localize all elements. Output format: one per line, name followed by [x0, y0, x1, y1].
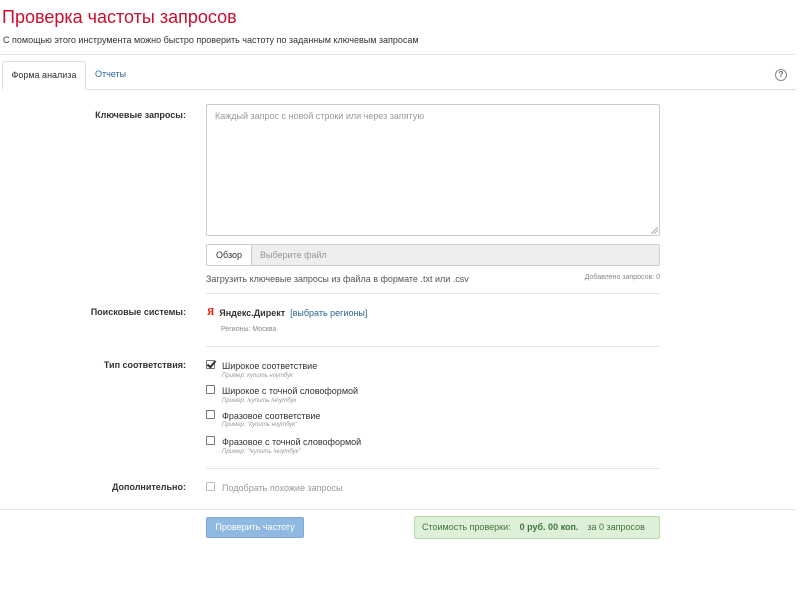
keywords-textarea[interactable]: Каждый запрос с новой строки или через з…: [206, 104, 660, 236]
cost-amount: 0 руб. 00 коп.: [519, 522, 579, 532]
similar-queries-label[interactable]: Подобрать похожие запросы: [222, 483, 342, 493]
tab-reports[interactable]: Отчеты: [86, 61, 135, 90]
check-frequency-button[interactable]: Проверить частоту: [206, 517, 304, 538]
additional-label: Дополнительно:: [111, 482, 186, 492]
match-broad-example: Пример: купить ноутбук: [222, 373, 293, 379]
browse-button[interactable]: Обзор: [207, 245, 252, 265]
match-phrase-exact-label[interactable]: Фразовое с точной словоформой: [222, 437, 361, 447]
match-phrase-checkbox[interactable]: [206, 410, 215, 419]
yandex-icon: Я: [207, 307, 215, 318]
match-broad-label[interactable]: Широкое соответствие: [222, 361, 317, 371]
help-icon[interactable]: ?: [775, 69, 787, 81]
cost-count: за 0 запросов: [587, 522, 645, 532]
tab-bar: Форма анализа Отчеты ?: [2, 61, 796, 90]
divider: [206, 346, 660, 347]
upload-hint: Загрузить ключевые запросы из файла в фо…: [206, 274, 469, 284]
divider: [206, 468, 660, 469]
divider: [206, 293, 660, 294]
engine-row: Я Яндекс.Директ [выбрать регионы]: [207, 307, 367, 318]
similar-queries-checkbox[interactable]: [206, 482, 215, 491]
match-phrase-example: Пример: "купить ноутбук": [222, 422, 298, 428]
match-phrase-label[interactable]: Фразовое соответствие: [222, 411, 320, 421]
match-broad-exact-checkbox[interactable]: [206, 385, 215, 394]
match-broad-exact-example: Пример: !купить !ноутбук: [222, 398, 297, 404]
resize-grip-icon[interactable]: [651, 227, 658, 234]
file-input[interactable]: Обзор Выберите файл: [206, 244, 660, 266]
keywords-label: Ключевые запросы:: [95, 110, 186, 120]
match-broad-exact-label[interactable]: Широкое с точной словоформой: [222, 386, 358, 396]
added-count: Добавлено запросов: 0: [584, 274, 660, 281]
match-broad-checkbox[interactable]: [206, 360, 215, 369]
search-engines-label: Поисковые системы:: [90, 307, 186, 317]
match-type-label: Тип соответствия:: [103, 360, 186, 370]
footer-divider: [0, 509, 796, 510]
cost-label: Стоимость проверки:: [422, 522, 511, 532]
page-subtitle: С помощью этого инструмента можно быстро…: [3, 35, 419, 45]
match-phrase-exact-example: Пример: "!купить !ноутбук": [222, 449, 301, 455]
regions-text: Регионы: Москва: [221, 326, 277, 333]
file-placeholder: Выберите файл: [260, 250, 327, 260]
keywords-placeholder: Каждый запрос с новой строки или через з…: [215, 111, 425, 121]
cost-box: Стоимость проверки: 0 руб. 00 коп. за 0 за…: [414, 516, 660, 539]
header-divider: [0, 54, 796, 55]
select-regions-link[interactable]: [выбрать регионы]: [290, 308, 367, 318]
match-phrase-exact-checkbox[interactable]: [206, 436, 215, 445]
engine-name: Яндекс.Директ: [219, 307, 286, 318]
page-title: Проверка частоты запросов: [2, 7, 237, 27]
tab-analysis-form[interactable]: Форма анализа: [2, 61, 86, 90]
